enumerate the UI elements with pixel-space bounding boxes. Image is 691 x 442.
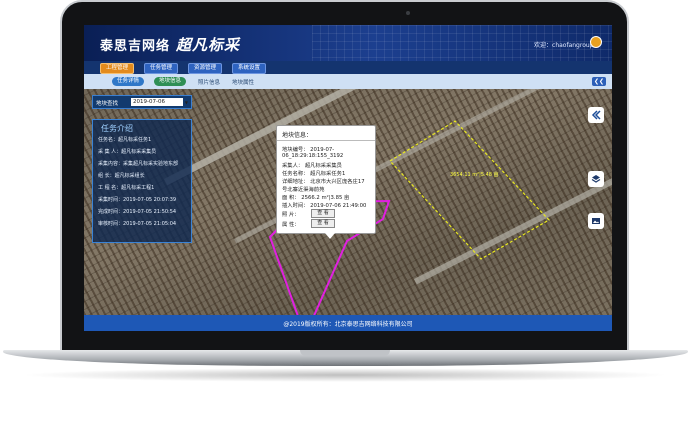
popup-row: 地块编号： 2019-07- <box>282 147 335 153</box>
camera-dot <box>406 11 410 15</box>
task-row: 完成时间：2019-07-05 21:50:54 <box>98 209 177 215</box>
block-info-popup: 地块信息： 地块编号： 2019-07- 06_18:29:18:155_319… <box>276 125 376 234</box>
task-row: 任务名：超凡标采任务1 <box>98 137 152 143</box>
tab-block-attr[interactable]: 地块属性 <box>232 78 254 86</box>
menu-item-task[interactable]: 任务管理 <box>144 63 179 74</box>
collapse-icon: ❮❮ <box>593 78 605 85</box>
app-screen: 泰思吉网络 超凡标采 欢迎：chaofangrouper 工程管理 任务管理 资源… <box>84 25 612 331</box>
copyright-text: @2019版权所有：北京泰思吉网络科技有限公司 <box>283 321 413 328</box>
menu-item-resource[interactable]: 资源管理 <box>188 63 223 74</box>
collapse-icon <box>591 110 601 120</box>
popup-photo-label: 照 片： <box>282 212 300 218</box>
zoom-tool-button[interactable] <box>588 107 604 123</box>
task-intro-panel: 任务介绍 任务名：超凡标采任务1 采 集 人：超凡标采采集员 采集内容：采集超凡… <box>92 119 192 243</box>
dropdown-arrow-icon[interactable]: ▼ <box>185 100 188 105</box>
tab-photo-info[interactable]: 照片信息 <box>198 78 220 86</box>
laptop-shadow <box>20 368 670 382</box>
brand-logo: 泰思吉网络 超凡标采 <box>100 34 240 55</box>
block-search: 地块查找 2019-07-06 ▼ <box>92 95 192 109</box>
popup-row: 号北寨近渠海前苑 <box>282 187 325 193</box>
popup-attr-label: 属 性： <box>282 222 300 228</box>
task-row: 审核时间：2019-07-05 21:05:04 <box>98 221 177 227</box>
popup-row: 采集人： 超凡标采采集员 <box>282 163 342 169</box>
other-field-polygon[interactable] <box>389 120 550 260</box>
popup-row: 任务名称： 超凡标采任务1 <box>282 171 346 177</box>
brand-name: 泰思吉网络 <box>100 39 171 54</box>
footer-bar: @2019版权所有：北京泰思吉网络科技有限公司 <box>84 315 612 331</box>
laptop-notch <box>300 350 390 356</box>
image-button[interactable] <box>588 213 604 229</box>
main-menu: 工程管理 任务管理 资源管理 系统设置 <box>84 61 612 74</box>
welcome-label: 欢迎： <box>534 42 553 49</box>
popup-row: 详细地址： 北京市大兴区庞各庄17 <box>282 179 365 185</box>
block-search-label: 地块查找 <box>96 101 119 107</box>
user-icon[interactable] <box>590 36 602 48</box>
image-icon <box>592 218 600 224</box>
sub-navigation: 任务详情 地块信息 照片信息 地块属性 ❮❮ <box>84 74 612 90</box>
task-panel-title: 任务介绍 <box>101 124 133 133</box>
satellite-map[interactable]: 3654.11 m²|5.48 亩 地块查找 2019-07-06 ▼ 任务介绍… <box>84 89 612 315</box>
task-row: 采 集 人：超凡标采采集员 <box>98 149 157 155</box>
view-photo-button[interactable]: 查 看 <box>311 209 335 218</box>
task-row: 采集时间：2019-07-05 20:07:39 <box>98 197 177 203</box>
header-bar: 泰思吉网络 超凡标采 欢迎：chaofangrouper <box>84 25 612 61</box>
popup-divider <box>277 140 375 141</box>
popup-row: 插入时间： 2019-07-06 21:49:00 <box>282 203 367 209</box>
field-area-label: 3654.11 m²|5.48 亩 <box>450 172 499 178</box>
task-row: 工 程 名：超凡标采工程1 <box>98 185 155 191</box>
collapse-button[interactable]: ❮❮ <box>592 77 606 86</box>
tab-block-info[interactable]: 地块信息 <box>154 77 187 86</box>
popup-title: 地块信息： <box>282 132 313 139</box>
popup-row: 06_18:29:18:155_3192 <box>282 153 344 159</box>
block-date-select[interactable]: 2019-07-06 <box>131 98 183 106</box>
brand-slogan: 超凡标采 <box>176 36 241 54</box>
tab-task-detail[interactable]: 任务详情 <box>112 77 145 86</box>
task-row: 采集内容：采集超凡标采实验地东部 <box>98 161 179 167</box>
layers-button[interactable] <box>588 171 604 187</box>
popup-row: 面 积： 2566.2 m²|3.85 亩 <box>282 195 350 201</box>
menu-item-settings[interactable]: 系统设置 <box>232 63 267 74</box>
popup-pointer <box>325 233 335 239</box>
view-attr-button[interactable]: 查 看 <box>311 219 335 228</box>
task-row: 组 长：超凡标采组长 <box>98 173 145 179</box>
layers-icon <box>591 175 601 183</box>
menu-item-project[interactable]: 工程管理 <box>100 63 135 74</box>
